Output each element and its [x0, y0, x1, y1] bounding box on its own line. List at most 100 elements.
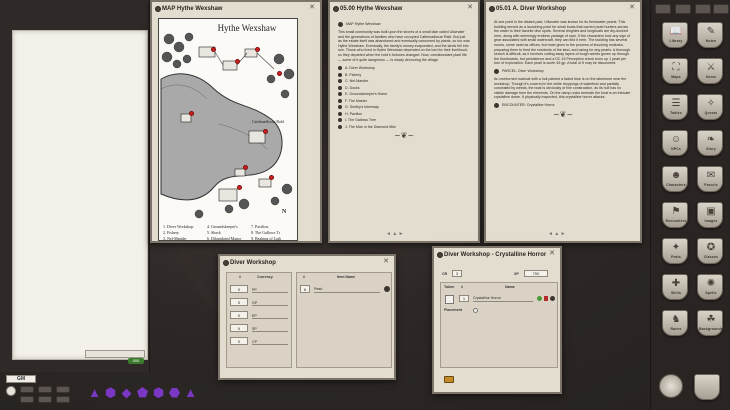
sidebar-button-1-0[interactable]: ⛶ Maps [662, 58, 688, 84]
link-icon[interactable] [338, 118, 342, 123]
map-pin[interactable] [255, 47, 260, 52]
map-pin[interactable] [263, 129, 268, 134]
link-icon[interactable] [338, 124, 342, 129]
sidebar-button-0-1[interactable]: ✎ Notes [697, 22, 723, 48]
modifier-button-4[interactable] [38, 396, 52, 403]
close-icon[interactable]: ✕ [628, 4, 636, 12]
sidebar-top-button-3[interactable] [695, 4, 711, 14]
modifier-button-6[interactable] [56, 396, 70, 403]
npc-name-field[interactable]: Crystalline Horror [473, 296, 533, 302]
gm-mode-selector[interactable]: GM [6, 375, 36, 383]
sidebar-button-1-1[interactable]: ⚔ Items [697, 58, 723, 84]
map-pin[interactable] [237, 185, 242, 190]
map-pin[interactable] [189, 111, 194, 116]
treasure-chest-icon[interactable] [444, 376, 454, 383]
add-token-icon[interactable] [537, 296, 542, 301]
currency-name-field[interactable]: GP [252, 301, 288, 306]
currency-amount-field[interactable]: 0 [230, 311, 248, 319]
sidebar-shield-extra[interactable] [694, 374, 720, 400]
close-icon[interactable]: ✕ [466, 4, 474, 12]
sidebar-top-button-1[interactable] [655, 4, 671, 14]
link-icon[interactable] [338, 92, 342, 97]
modifier-button-1[interactable] [20, 386, 34, 393]
link-icon[interactable] [338, 105, 342, 110]
xp-field[interactable]: 700 [524, 270, 548, 277]
sidebar-top-button-2[interactable] [675, 4, 691, 14]
close-icon[interactable]: ✕ [382, 258, 390, 266]
link-icon[interactable] [338, 85, 342, 90]
modifier-button-2[interactable] [38, 386, 52, 393]
sidebar-top-button-4[interactable] [713, 4, 729, 14]
currency-amount-field[interactable]: 0 [230, 285, 248, 293]
link-icon[interactable] [494, 102, 499, 108]
d20-dice-icon[interactable]: ⬣ [168, 386, 181, 399]
link-icon[interactable] [550, 296, 555, 301]
link-icon[interactable] [223, 260, 229, 266]
link-icon[interactable] [494, 68, 499, 74]
currency-name-field[interactable]: SP [252, 327, 288, 332]
map-window[interactable]: MAP Hythe Wexshaw ✕ Hythe Wexshaw Cattle… [150, 0, 322, 243]
options-round-button[interactable] [659, 374, 683, 398]
close-icon[interactable]: ✕ [548, 250, 556, 258]
d8-dice-icon[interactable]: ◆ [120, 386, 133, 399]
sidebar-button-3-1[interactable]: ❧ Story [697, 130, 723, 156]
encounter-link-row[interactable]: ENCOUNTER: Crystalline Horror [494, 102, 632, 108]
npc-count-field[interactable]: 1 [459, 295, 469, 302]
sidebar-button-2-0[interactable]: ☰ Tables [662, 94, 688, 120]
link-icon[interactable] [338, 79, 342, 84]
parcel-window[interactable]: Diver Workshop ✕ # Currency 0 PP 0 GP 0 … [218, 254, 396, 380]
map-pin[interactable] [277, 71, 282, 76]
d6-dice-icon[interactable]: ⬢ [104, 386, 117, 399]
map-link-row[interactable]: MAP Hythe Wexshaw [338, 22, 470, 27]
story-window-hythe-wexshaw[interactable]: 05.00 Hythe Wexshaw ✕ MAP Hythe Wexshaw … [328, 0, 480, 243]
page-nav-arrows[interactable]: ◄ ▲ ► [548, 231, 566, 237]
close-icon[interactable]: ✕ [308, 4, 316, 12]
link-icon[interactable] [333, 6, 339, 12]
map-pin[interactable] [269, 175, 274, 180]
modifier-button-5[interactable] [56, 386, 70, 393]
map-pin[interactable] [235, 59, 240, 64]
d12-dice-icon[interactable]: ⬢ [152, 386, 165, 399]
story-window-diver-workshop[interactable]: 05.01 A. Diver Workshop ✕ At one point i… [484, 0, 642, 243]
npc-token-slot[interactable] [445, 295, 454, 304]
sidebar-button-5-0[interactable]: ⚑ Encounters [662, 202, 688, 228]
sidebar-button-3-0[interactable]: ☺ NPCs [662, 130, 688, 156]
sidebar-button-7-0[interactable]: ✚ Skills [662, 274, 688, 300]
sidebar-button-4-1[interactable]: ✉ Parcels [697, 166, 723, 192]
currency-amount-field[interactable]: 0 [230, 324, 248, 332]
link-icon[interactable] [384, 286, 390, 292]
chat-log[interactable] [12, 30, 148, 360]
placement-target-icon[interactable] [473, 308, 478, 313]
link-icon[interactable] [155, 6, 161, 12]
sidebar-button-8-0[interactable]: ♞ Races [662, 310, 688, 336]
chat-entry-field[interactable] [85, 350, 145, 358]
currency-name-field[interactable]: EP [252, 314, 288, 319]
currency-amount-field[interactable]: 0 [230, 298, 248, 306]
currency-name-field[interactable]: PP [252, 288, 288, 293]
location-link[interactable]: J. The Man in the Diamond Mist [338, 124, 470, 131]
d4-dice-icon[interactable]: ▲ [88, 386, 101, 399]
link-icon[interactable] [338, 66, 342, 71]
sidebar-button-7-1[interactable]: ✺ Spells [697, 274, 723, 300]
sidebar-button-0-0[interactable]: 📖 Library [662, 22, 688, 48]
map-image[interactable]: Hythe Wexshaw Cattlenadlocar Rald N 1. D… [158, 18, 298, 241]
map-pin[interactable] [243, 165, 248, 170]
sidebar-button-6-1[interactable]: ✪ Classes [697, 238, 723, 264]
sidebar-button-8-1[interactable]: ☘ Backgrounds [697, 310, 723, 336]
map-pin[interactable] [211, 47, 216, 52]
parcel-link-row[interactable]: PARCEL: Diver Workshop [494, 68, 632, 74]
link-icon[interactable] [437, 252, 443, 258]
modifier-box[interactable] [6, 386, 16, 396]
link-icon[interactable] [338, 22, 343, 27]
modifier-button-3[interactable] [20, 396, 34, 403]
d100-dice-icon[interactable]: ▲ [184, 386, 197, 399]
sidebar-button-4-0[interactable]: ☻ Characters [662, 166, 688, 192]
link-icon[interactable] [338, 98, 342, 103]
currency-amount-field[interactable]: 0 [230, 337, 248, 345]
item-name-field[interactable]: Pearl [314, 287, 380, 293]
link-icon[interactable] [338, 111, 342, 116]
sidebar-button-5-1[interactable]: ▣ Images [697, 202, 723, 228]
faction-icon[interactable] [544, 296, 548, 301]
item-count-field[interactable]: 6 [300, 285, 310, 293]
cr-field[interactable]: 3 [452, 270, 462, 277]
